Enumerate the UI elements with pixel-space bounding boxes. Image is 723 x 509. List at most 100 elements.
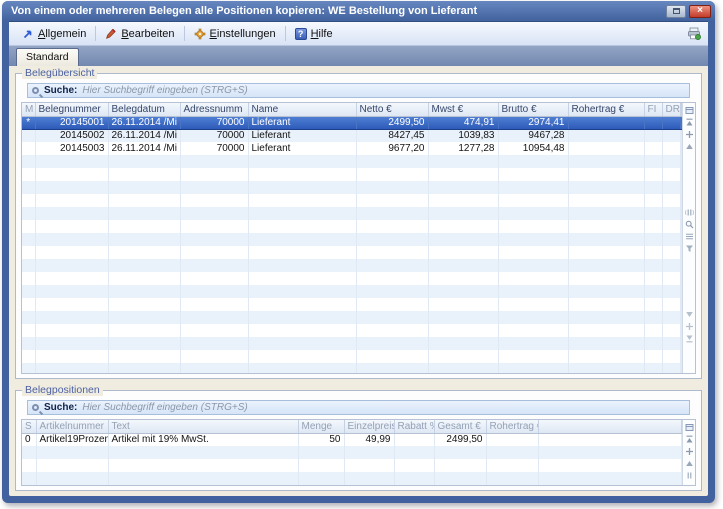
empty-row	[22, 350, 682, 363]
menu-bearbeiten-label: Bearbeiten	[121, 28, 174, 40]
search-label: Suche:	[44, 85, 77, 96]
empty-row	[22, 168, 682, 181]
col-artikelnummer[interactable]: Artikelnummer	[36, 420, 108, 433]
table-header-row: S Artikelnummer Text Menge Einzelpreis €…	[22, 420, 682, 433]
window-body: Allgemein Bearbeiten	[9, 21, 708, 496]
empty-row	[22, 298, 682, 311]
col-filler	[538, 420, 682, 433]
menu-hilfe-label: Hilfe	[311, 28, 333, 40]
pin-icon[interactable]	[684, 207, 694, 217]
zoom-icon[interactable]	[684, 219, 694, 229]
menu-bearbeiten[interactable]: Bearbeiten	[99, 26, 180, 42]
restore-button[interactable]	[666, 5, 686, 18]
arrow-down-icon[interactable]	[684, 309, 694, 319]
beleguebersicht-table: M Belegnummer Belegdatum Adressnumm Name…	[22, 103, 682, 373]
col-adressnummer[interactable]: Adressnumm	[180, 103, 248, 116]
table-row[interactable]: 20145002 26.11.2014 /Mi 70000 Lieferant …	[22, 129, 682, 142]
col-text[interactable]: Text	[108, 420, 298, 433]
col-netto[interactable]: Netto €	[356, 103, 428, 116]
search-label: Suche:	[44, 402, 77, 413]
col-menge[interactable]: Menge	[298, 420, 344, 433]
arrow-up-icon[interactable]	[684, 141, 694, 151]
menu-allgemein-label: Allgemein	[38, 28, 86, 40]
menu-hilfe[interactable]: ? Hilfe	[289, 26, 339, 42]
add-icon[interactable]	[684, 129, 694, 139]
belegpositionen-table: S Artikelnummer Text Menge Einzelpreis €…	[22, 420, 682, 485]
col-mwst[interactable]: Mwst €	[428, 103, 498, 116]
col-fi[interactable]: FI	[644, 103, 662, 116]
toolbar: Allgemein Bearbeiten	[9, 22, 708, 46]
belegpositionen-grid-main: S Artikelnummer Text Menge Einzelpreis €…	[22, 420, 682, 485]
toolbar-separator	[95, 26, 96, 41]
empty-row	[22, 363, 682, 373]
col-belegdatum[interactable]: Belegdatum	[108, 103, 180, 116]
menu-einstellungen[interactable]: Einstellungen	[188, 26, 282, 42]
arrow-ne-icon	[22, 28, 34, 40]
col-belegnummer[interactable]: Belegnummer	[35, 103, 108, 116]
empty-row	[22, 459, 682, 472]
table-row[interactable]: 0 Artikel19Prozent Artikel mit 19% MwSt.…	[22, 433, 682, 446]
scroll-top-icon[interactable]	[684, 434, 694, 444]
column-chooser-icon[interactable]	[684, 422, 694, 432]
content-pane: Belegübersicht Suche: Hier Suchbegriff e…	[9, 66, 708, 496]
application-window: Von einem oder mehreren Belegen alle Pos…	[2, 1, 715, 503]
empty-row	[22, 285, 682, 298]
group-beleguebersicht-label: Belegübersicht	[22, 67, 97, 79]
toolbar-separator	[184, 26, 185, 41]
scroll-top-icon[interactable]	[684, 117, 694, 127]
help-icon: ?	[295, 28, 307, 40]
pin-icon[interactable]	[684, 470, 694, 480]
empty-row	[22, 472, 682, 485]
close-button[interactable]: ×	[689, 5, 711, 18]
col-s[interactable]: S	[22, 420, 36, 433]
group-belegpositionen-label: Belegpositionen	[22, 384, 103, 396]
table-row[interactable]: 20145003 26.11.2014 /Mi 70000 Lieferant …	[22, 142, 682, 155]
empty-row	[22, 324, 682, 337]
col-gesamt[interactable]: Gesamt €	[434, 420, 486, 433]
col-rohertrag[interactable]: Rohertrag €	[486, 420, 538, 433]
printer-icon[interactable]	[687, 27, 701, 40]
search-icon	[32, 87, 39, 94]
beleguebersicht-search-bar[interactable]: Suche: Hier Suchbegriff eingeben (STRG+S…	[27, 83, 690, 98]
add-icon[interactable]	[684, 321, 694, 331]
empty-row	[22, 220, 682, 233]
empty-row	[22, 272, 682, 285]
col-name[interactable]: Name	[248, 103, 356, 116]
col-einzelpreis[interactable]: Einzelpreis €	[344, 420, 394, 433]
add-icon[interactable]	[684, 446, 694, 456]
empty-row	[22, 181, 682, 194]
search-placeholder: Hier Suchbegriff eingeben (STRG+S)	[82, 402, 247, 413]
col-m[interactable]: M	[22, 103, 35, 116]
empty-row	[22, 207, 682, 220]
toolbar-separator	[285, 26, 286, 41]
empty-row	[22, 259, 682, 272]
menu-allgemein[interactable]: Allgemein	[16, 26, 92, 42]
empty-row	[22, 446, 682, 459]
beleguebersicht-grid-main: M Belegnummer Belegdatum Adressnumm Name…	[22, 103, 682, 373]
empty-row	[22, 246, 682, 259]
belegpositionen-navstrip	[682, 420, 695, 485]
table-row[interactable]: * 20145001 26.11.2014 /Mi 70000 Lieferan…	[22, 116, 682, 129]
col-brutto[interactable]: Brutto €	[498, 103, 568, 116]
search-icon	[32, 404, 39, 411]
sort-filter-icon[interactable]	[684, 243, 694, 253]
scroll-bottom-icon[interactable]	[684, 333, 694, 343]
column-chooser-icon[interactable]	[684, 105, 694, 115]
table-header-row: M Belegnummer Belegdatum Adressnumm Name…	[22, 103, 682, 116]
empty-row	[22, 194, 682, 207]
col-rohertrag[interactable]: Rohertrag €	[568, 103, 644, 116]
belegpositionen-grid: S Artikelnummer Text Menge Einzelpreis €…	[21, 419, 696, 486]
tab-strip: Standard	[9, 46, 708, 66]
beleguebersicht-grid: M Belegnummer Belegdatum Adressnumm Name…	[21, 102, 696, 374]
arrow-up-icon[interactable]	[684, 458, 694, 468]
col-rabatt[interactable]: Rabatt %	[394, 420, 434, 433]
empty-row	[22, 311, 682, 324]
tab-standard[interactable]: Standard	[16, 48, 79, 66]
pencil-icon	[105, 28, 117, 40]
rows-icon[interactable]	[684, 231, 694, 241]
group-belegpositionen: Belegpositionen Suche: Hier Suchbegriff …	[15, 390, 702, 491]
col-dr[interactable]: DR	[662, 103, 680, 116]
empty-row	[22, 337, 682, 350]
settings-icon	[194, 28, 206, 40]
belegpositionen-search-bar[interactable]: Suche: Hier Suchbegriff eingeben (STRG+S…	[27, 400, 690, 415]
